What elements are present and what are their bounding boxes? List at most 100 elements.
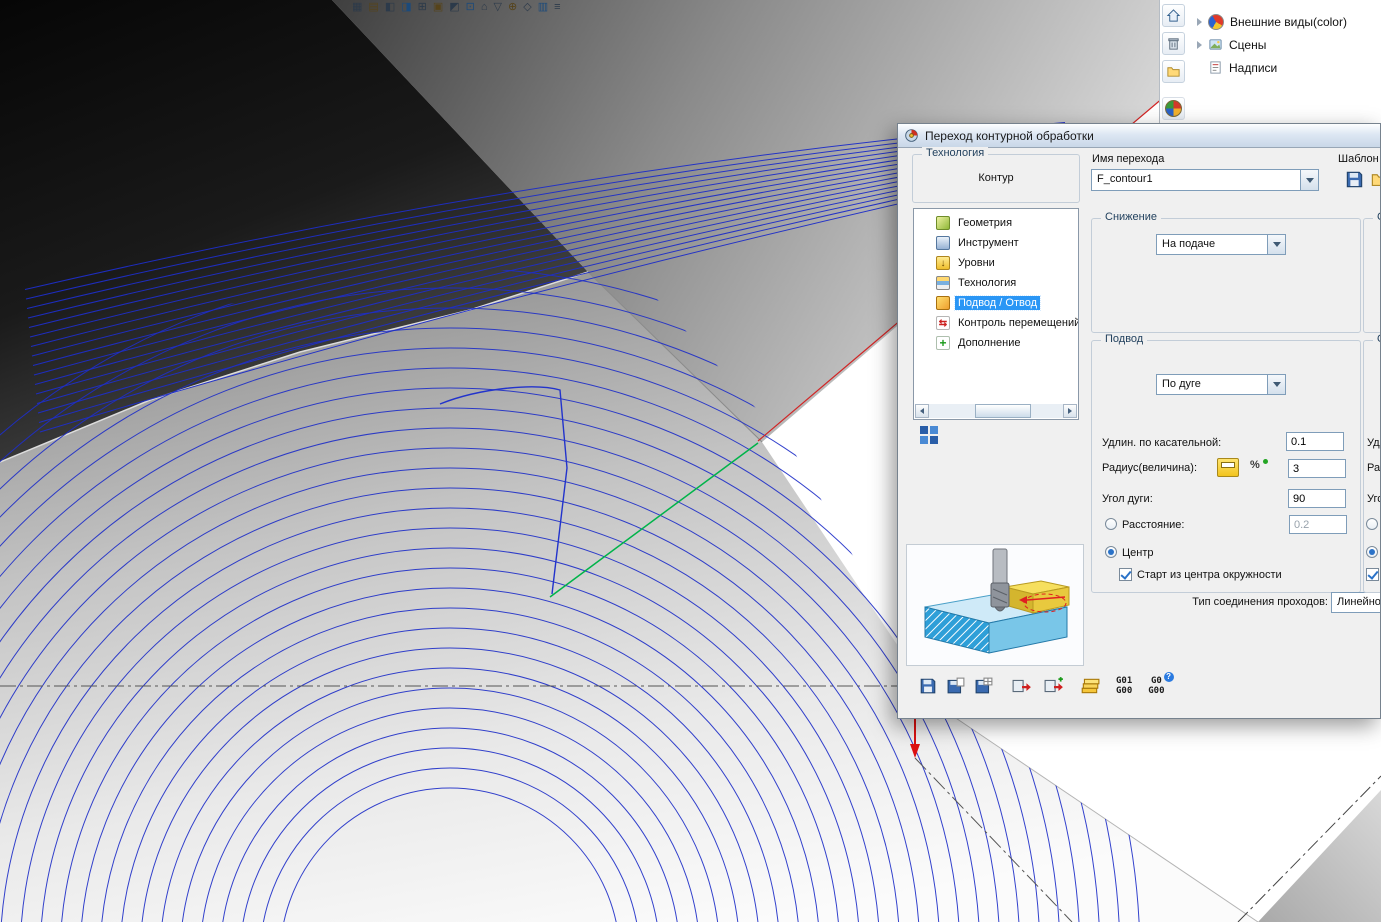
addition-plus-icon: + xyxy=(936,336,950,350)
dialog-titlebar[interactable]: Переход контурной обработки xyxy=(898,124,1380,148)
gcode-line: G00 xyxy=(1116,686,1133,696)
template-save-button[interactable] xyxy=(1345,170,1364,192)
section-motion-control[interactable]: ⇆ Контроль перемещений xyxy=(914,313,1078,333)
calculator-icon[interactable] xyxy=(1217,458,1239,477)
chevron-down-icon[interactable] xyxy=(1267,375,1285,394)
export-add-button[interactable] xyxy=(1042,674,1066,698)
section-approach-retract[interactable]: Подвод / Отвод xyxy=(914,293,1078,313)
save-icon xyxy=(1346,171,1363,188)
open-folder-button[interactable] xyxy=(1161,60,1185,83)
transition-name-label: Имя перехода xyxy=(1092,153,1165,165)
chevron-down-icon[interactable] xyxy=(1267,235,1285,254)
tile-windows-icon[interactable] xyxy=(920,426,939,445)
arc-angle-input[interactable] xyxy=(1288,489,1346,508)
section-technology[interactable]: Технология xyxy=(914,273,1078,293)
export-operation-button[interactable] xyxy=(1010,674,1034,698)
save-all-icon xyxy=(975,677,993,694)
center-radio[interactable] xyxy=(1105,546,1117,558)
descent-mode-dropdown[interactable]: На подаче xyxy=(1156,234,1286,255)
radius-input[interactable] xyxy=(1288,459,1346,478)
view-toolbar-icon[interactable]: ≡ xyxy=(554,1,560,14)
radius-label: Радиус(величина): xyxy=(1102,462,1198,474)
save-operation-button[interactable] xyxy=(916,674,940,698)
approach-mode-dropdown[interactable]: По дуге xyxy=(1156,374,1286,395)
retract-extension-label: Удл xyxy=(1367,437,1380,449)
tool-icon xyxy=(936,236,950,250)
technology-group-label: Технология xyxy=(922,147,989,159)
scroll-left-arrow-icon[interactable] xyxy=(915,404,929,418)
feature-tree-item-appearances[interactable]: Внешние виды(color) xyxy=(1186,10,1381,33)
view-toolbar-icon[interactable]: ⊞ xyxy=(418,1,427,14)
appearance-sphere-icon xyxy=(1164,100,1182,117)
gcode-help-button[interactable]: ? G0 G00 xyxy=(1148,672,1174,696)
gcode-line: G01 xyxy=(1116,676,1133,686)
scroll-right-arrow-icon[interactable] xyxy=(1063,404,1077,418)
descent-mode-value: На подаче xyxy=(1162,238,1216,250)
gcode-line: G0 xyxy=(1150,676,1162,686)
folder-icon xyxy=(1166,67,1180,77)
template-label: Шаблон xyxy=(1338,153,1379,165)
view-toolbar-icon[interactable]: ◇ xyxy=(523,1,531,14)
geometry-cube-icon xyxy=(936,216,950,230)
trash-icon xyxy=(1167,38,1179,50)
section-levels[interactable]: ↓ Уровни xyxy=(914,253,1078,273)
feature-tree-item-scenes[interactable]: Сцены xyxy=(1186,33,1381,56)
save-all-button[interactable] xyxy=(972,674,996,698)
distance-label: Расстояние: xyxy=(1122,519,1185,531)
view-toolbar-icon[interactable]: ▣ xyxy=(433,1,443,14)
distance-radio[interactable] xyxy=(1105,518,1117,530)
dialog-toolbar: G01 G00 ? G0 G00 xyxy=(912,672,1174,699)
section-addition[interactable]: + Дополнение xyxy=(914,333,1078,353)
transition-name-combobox[interactable]: F_contour1 xyxy=(1091,169,1319,191)
expand-arrow-icon[interactable] xyxy=(1197,17,1202,26)
save-as-button[interactable] xyxy=(944,674,968,698)
tangent-extension-input[interactable] xyxy=(1286,432,1344,451)
view-toolbar-icon[interactable]: ▥ xyxy=(538,1,548,14)
scrollbar-thumb[interactable] xyxy=(974,404,1031,418)
distance-input[interactable] xyxy=(1289,515,1347,534)
section-label: Инструмент xyxy=(958,237,1019,249)
gcode-mode-button[interactable]: G01 G00 xyxy=(1116,676,1132,696)
start-from-center-checkbox[interactable] xyxy=(1119,568,1132,581)
view-toolbar-icon[interactable]: ◨ xyxy=(401,1,411,14)
appearance-button[interactable] xyxy=(1161,97,1185,120)
delete-button[interactable] xyxy=(1161,32,1185,55)
view-toolbar-icon[interactable]: ⊡ xyxy=(466,1,475,14)
technology-group: Технология Контур xyxy=(912,147,1080,203)
approach-preview-graphic xyxy=(906,544,1084,666)
retract-distance-radio[interactable] xyxy=(1366,518,1378,530)
feature-tree-item-annotations[interactable]: Надписи xyxy=(1186,56,1381,79)
layers-stack-button[interactable] xyxy=(1078,674,1102,698)
view-toolbar-icon[interactable]: ◧ xyxy=(385,1,395,14)
connection-type-label: Тип соединения проходов: xyxy=(1192,596,1328,608)
feature-tree-panel: Внешние виды(color) Сцены Надписи xyxy=(1186,0,1381,125)
arc-angle-label: Угол дуги: xyxy=(1102,493,1153,505)
section-label: Геометрия xyxy=(958,217,1013,229)
view-toolbar-icon[interactable]: ⊕ xyxy=(508,1,517,14)
horizontal-scrollbar[interactable] xyxy=(915,404,1077,418)
section-geometry[interactable]: Геометрия xyxy=(914,213,1078,233)
connection-group-label: Соед xyxy=(1373,211,1380,223)
retract-start-checkbox[interactable] xyxy=(1366,568,1379,581)
gcode-line: G00 xyxy=(1148,686,1165,696)
template-open-button[interactable] xyxy=(1370,170,1380,192)
scrollbar-track[interactable] xyxy=(929,404,1063,418)
view-toolbar-icon[interactable]: ▽ xyxy=(494,1,502,14)
view-toolbar-icon[interactable]: ⌂ xyxy=(481,1,488,14)
home-button[interactable] xyxy=(1161,4,1185,27)
view-toolbar-icon[interactable]: ◩ xyxy=(449,1,459,14)
retract-center-radio[interactable] xyxy=(1366,546,1378,558)
save-as-icon xyxy=(947,677,965,694)
view-toolbar-icon[interactable]: ▤ xyxy=(368,1,378,14)
contour-operation-dialog: Переход контурной обработки Технология К… xyxy=(897,123,1381,719)
section-label: Подвод / Отвод xyxy=(954,295,1041,311)
chevron-down-icon[interactable] xyxy=(1300,170,1318,190)
expand-arrow-icon[interactable] xyxy=(1197,40,1202,49)
center-label: Центр xyxy=(1122,547,1154,559)
connection-type-dropdown[interactable]: Линейно xyxy=(1331,592,1380,613)
section-tool[interactable]: Инструмент xyxy=(914,233,1078,253)
percent-of-diameter-icon[interactable]: % xyxy=(1250,459,1268,474)
open-icon xyxy=(1371,174,1380,187)
retract-group-label: Отвод xyxy=(1373,333,1380,345)
view-toolbar-icon[interactable]: ▦ xyxy=(352,1,362,14)
